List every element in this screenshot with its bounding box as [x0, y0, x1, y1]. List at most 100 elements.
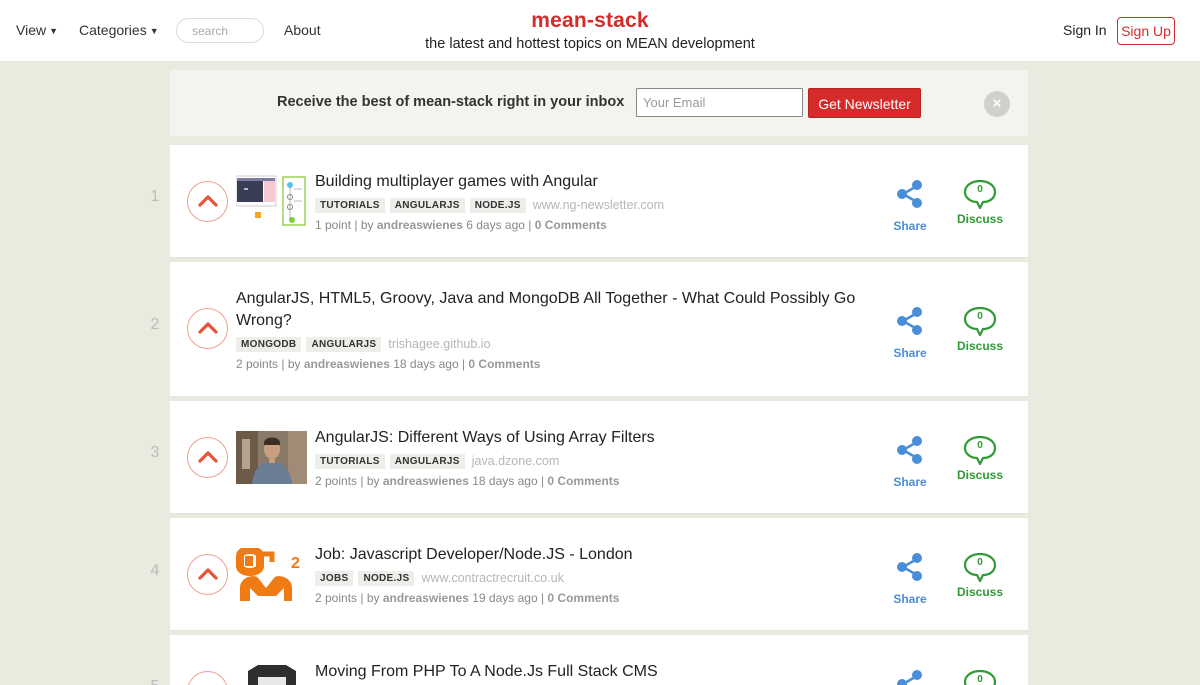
discuss-button[interactable]: 0 Discuss	[955, 179, 1005, 226]
newsletter-text: Receive the best of mean-stack right in …	[277, 94, 625, 110]
list-item: Building multiplayer games with Angular …	[170, 145, 1028, 258]
post-title[interactable]: AngularJS: Different Ways of Using Array…	[315, 427, 868, 449]
discuss-button[interactable]: 0 Discuss	[955, 552, 1005, 599]
post-domain[interactable]: www.contractrecruit.co.uk	[421, 571, 563, 585]
post-author[interactable]: andreaswienes	[383, 474, 469, 488]
post-thumbnail[interactable]	[236, 175, 307, 228]
discuss-label: Discuss	[956, 468, 1004, 482]
upvote-button[interactable]	[187, 437, 228, 478]
chevron-up-icon	[198, 451, 218, 463]
view-menu[interactable]: View ▼	[16, 22, 58, 38]
upvote-button[interactable]	[187, 671, 228, 685]
post-by: | by	[360, 474, 380, 488]
brand-name[interactable]: mean-stack	[360, 9, 820, 33]
post-info: 2 points | by andreaswienes 18 days ago …	[236, 357, 541, 371]
post-age: 18 days ago	[393, 357, 459, 371]
post-info: 2 points | by andreaswienes 19 days ago …	[315, 591, 620, 605]
speech-bubble-icon: 0	[963, 306, 997, 338]
post-domain[interactable]: java.dzone.com	[472, 454, 560, 468]
post-content: Building multiplayer games with Angular …	[315, 171, 868, 232]
post-content: AngularJS: Different Ways of Using Array…	[315, 427, 868, 488]
about-link[interactable]: About	[284, 22, 321, 38]
sign-up-button[interactable]: Sign Up	[1117, 17, 1175, 45]
post-comments-link[interactable]: 0 Comments	[547, 591, 619, 605]
brand: mean-stack the latest and hottest topics…	[360, 9, 820, 53]
close-icon[interactable]: ×	[984, 91, 1010, 117]
share-icon	[897, 670, 922, 685]
post-age: 6 days ago	[466, 218, 525, 232]
share-button[interactable]	[888, 669, 932, 685]
share-label: Share	[893, 346, 927, 360]
share-icon	[897, 436, 922, 464]
tag[interactable]: ANGULARJS	[389, 197, 465, 213]
post-title[interactable]: Job: Javascript Developer/Node.JS - Lond…	[315, 544, 868, 566]
post-author[interactable]: andreaswienes	[304, 357, 390, 371]
post-title[interactable]: Moving From PHP To A Node.Js Full Stack …	[315, 661, 868, 683]
categories-menu[interactable]: Categories ▼	[79, 22, 159, 38]
tag[interactable]: NODE.JS	[358, 570, 415, 586]
tag[interactable]: MONGODB	[236, 336, 302, 352]
post-rank: 2	[150, 316, 160, 333]
share-button[interactable]: Share	[888, 179, 932, 233]
discuss-label: Discuss	[956, 585, 1004, 599]
comment-count: 0	[977, 311, 983, 322]
post-age: 18 days ago	[472, 474, 538, 488]
post-thumbnail[interactable]: 2	[236, 548, 307, 601]
share-label: Share	[893, 592, 927, 606]
share-button[interactable]: Share	[888, 552, 932, 606]
svg-text:2: 2	[291, 555, 300, 572]
upvote-button[interactable]	[187, 308, 228, 349]
discuss-button[interactable]: 0 Discuss	[955, 435, 1005, 482]
share-button[interactable]: Share	[888, 435, 932, 489]
site-header: View▼ Categories▼ About mean-stack the l…	[0, 0, 1200, 62]
list-item: AngularJS, HTML5, Groovy, Java and Mongo…	[170, 262, 1028, 397]
tag[interactable]: ANGULARJS	[389, 453, 465, 469]
post-comments-link[interactable]: 0 Comments	[547, 474, 619, 488]
sign-in-link[interactable]: Sign In	[1063, 22, 1107, 38]
post-title[interactable]: Building multiplayer games with Angular	[315, 171, 868, 193]
post-points: 2 points	[315, 591, 358, 605]
post-domain[interactable]: trishagee.github.io	[388, 337, 490, 351]
caret-down-icon: ▼	[49, 26, 59, 36]
post-tags: MONGODB ANGULARJS trishagee.github.io	[236, 336, 868, 352]
tag[interactable]: TUTORIALS	[315, 453, 385, 469]
comment-count: 0	[977, 184, 983, 195]
discuss-button[interactable]: 0 Discuss	[955, 306, 1005, 353]
tag[interactable]: ANGULARJS	[306, 336, 382, 352]
share-button[interactable]: Share	[888, 306, 932, 360]
search-input[interactable]	[176, 18, 264, 43]
brand-tagline: the latest and hottest topics on MEAN de…	[425, 36, 755, 52]
list-item: AngularJS: Different Ways of Using Array…	[170, 401, 1028, 514]
post-author[interactable]: andreaswienes	[377, 218, 463, 232]
tag[interactable]: NODE.JS	[469, 197, 526, 213]
get-newsletter-button[interactable]: Get Newsletter	[808, 88, 921, 118]
chevron-up-icon	[198, 195, 218, 207]
upvote-button[interactable]	[187, 181, 228, 222]
post-title[interactable]: AngularJS, HTML5, Groovy, Java and Mongo…	[236, 288, 868, 332]
post-rank: 5	[140, 678, 170, 685]
chevron-up-icon	[198, 322, 218, 334]
post-thumbnail[interactable]	[236, 431, 307, 484]
post-points: 2 points	[315, 474, 358, 488]
comment-count: 0	[977, 440, 983, 451]
list-item: 2 Job: Javascript Developer/Node.JS - Lo…	[170, 518, 1028, 631]
post-author[interactable]: andreaswienes	[383, 591, 469, 605]
discuss-button[interactable]: 0	[955, 669, 1005, 685]
view-menu-label: View	[16, 22, 47, 38]
tag[interactable]: JOBS	[315, 570, 354, 586]
tag[interactable]: TUTORIALS	[315, 197, 385, 213]
discuss-label: Discuss	[956, 339, 1004, 353]
speech-bubble-icon: 0	[963, 552, 997, 584]
post-content: Job: Javascript Developer/Node.JS - Lond…	[315, 544, 868, 605]
post-thumbnail[interactable]	[236, 665, 307, 685]
post-tags: TUTORIALS ANGULARJS NODE.JS www.ng-newsl…	[315, 197, 868, 213]
caret-down-icon: ▼	[149, 26, 159, 36]
newsletter-email-field[interactable]	[636, 88, 803, 117]
chevron-up-icon	[198, 568, 218, 580]
post-info: 1 point | by andreaswienes 6 days ago | …	[315, 218, 607, 232]
post-by: | by	[360, 591, 380, 605]
post-comments-link[interactable]: 0 Comments	[468, 357, 540, 371]
upvote-button[interactable]	[187, 554, 228, 595]
post-comments-link[interactable]: 0 Comments	[535, 218, 607, 232]
post-domain[interactable]: www.ng-newsletter.com	[533, 198, 664, 212]
